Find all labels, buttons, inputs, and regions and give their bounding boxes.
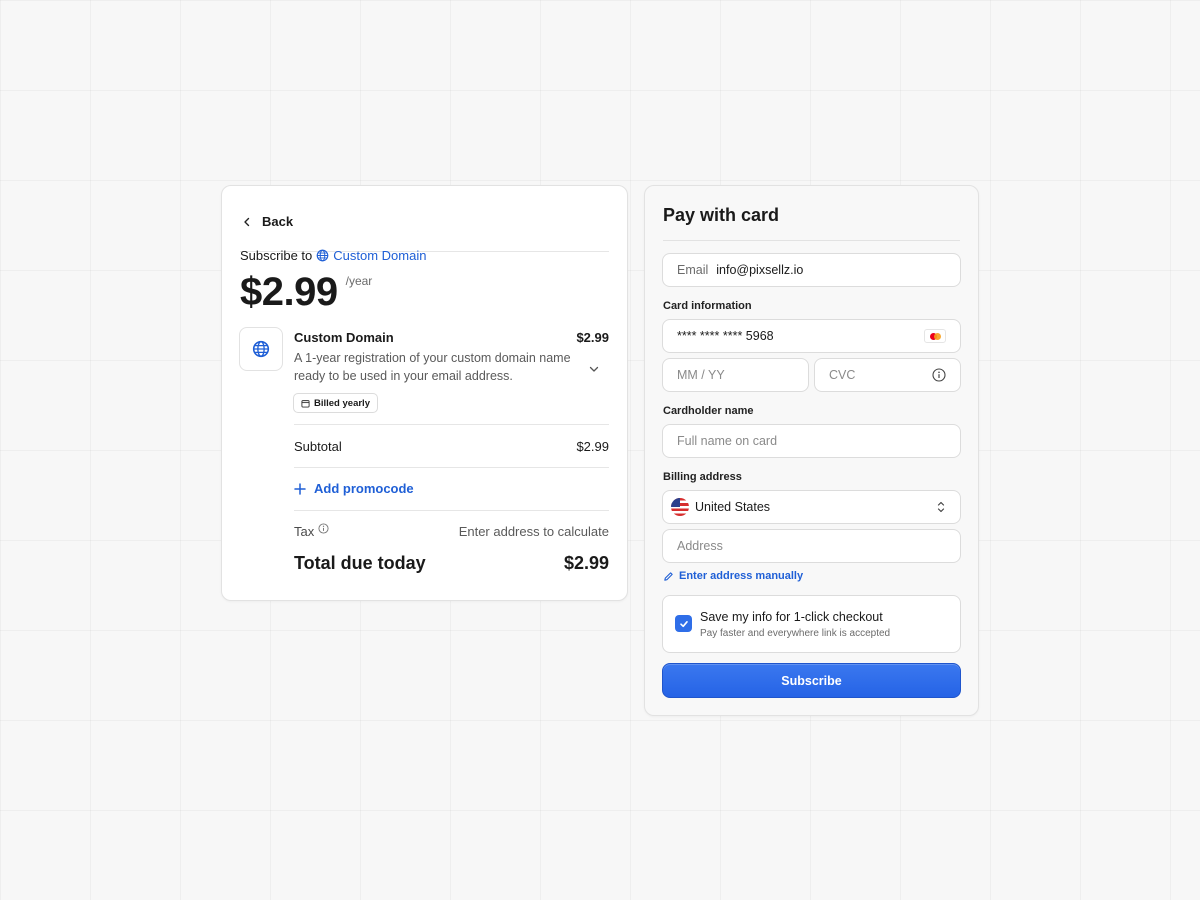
address-placeholder: Address [677,539,723,553]
chevron-left-icon [240,215,254,229]
check-icon [679,620,688,627]
plus-icon [294,482,306,495]
subscribe-prefix: Subscribe to [240,248,313,263]
address-field[interactable]: Address [662,529,961,563]
tax-value: Enter address to calculate [458,524,609,539]
payment-title: Pay with card [663,205,780,225]
chevron-down-icon[interactable] [587,362,601,376]
subscribe-button[interactable]: Subscribe [662,663,961,698]
price-amount: $2.99 [240,270,338,314]
total-value: $2.99 [563,553,609,573]
email-label: Email [677,263,709,277]
cardholder-field[interactable]: Full name on card [662,424,961,458]
manual-link-label: Enter address manually [679,570,804,582]
save-info-title: Save my info for 1-click checkout [700,610,883,624]
country-value: United States [695,500,771,514]
billing-badge-label: Billed yearly [314,397,370,409]
tax-row: Tax [294,523,329,539]
billing-badge: Billed yearly [293,393,378,413]
price-period: /year [345,274,373,288]
save-info-subtitle: Pay faster and everywhere link is accept… [700,628,891,639]
expiry-placeholder: MM / YY [677,368,725,382]
back-label: Back [262,214,294,229]
country-select[interactable]: United States [662,490,961,524]
product-name: Custom Domain [333,248,427,263]
divider [294,424,609,425]
enter-address-manually-link[interactable]: Enter address manually [663,570,803,582]
subscribe-heading: Subscribe to Custom Domain [240,248,426,263]
mastercard-icon [924,329,946,343]
card-number: **** **** **** 5968 [677,329,774,343]
cvc-field[interactable]: CVC [814,358,961,392]
info-icon[interactable] [318,523,329,534]
product-link[interactable]: Custom Domain [316,248,426,263]
globe-icon [252,340,270,358]
cardholder-label: Cardholder name [663,405,754,417]
item-icon-box [239,327,283,371]
cvc-placeholder: CVC [829,368,856,382]
globe-icon [316,249,329,262]
item-name: Custom Domain [294,330,394,345]
divider [663,240,960,241]
back-button[interactable]: Back [240,204,609,252]
save-info-option[interactable]: Save my info for 1-click checkout Pay fa… [662,595,961,653]
chevron-updown-icon [937,501,945,513]
divider [294,510,609,511]
add-promocode-button[interactable]: Add promocode [294,481,414,496]
subtotal-value: $2.99 [576,439,609,454]
info-icon[interactable] [932,368,946,382]
divider [294,467,609,468]
calendar-icon [301,399,310,408]
card-info-label: Card information [663,300,752,312]
payment-card: Pay with card Email info@pixsellz.io Car… [644,185,979,716]
card-number-field[interactable]: **** **** **** 5968 [662,319,961,353]
order-summary-card: Back Subscribe to Custom Domain $2.99 /y… [221,185,628,601]
tax-label: Tax [294,524,315,539]
price-display: $2.99 /year [240,270,372,314]
us-flag-icon [671,498,689,516]
subtotal-label: Subtotal [294,439,342,454]
item-description: A 1-year registration of your custom dom… [294,351,571,383]
cardholder-placeholder: Full name on card [677,434,778,448]
save-info-checkbox[interactable] [675,615,692,632]
expiry-field[interactable]: MM / YY [662,358,809,392]
promocode-label: Add promocode [314,481,414,496]
item-price: $2.99 [576,330,609,345]
pencil-icon [664,571,673,581]
email-value: info@pixsellz.io [716,263,804,277]
billing-label: Billing address [663,471,742,483]
email-field[interactable]: Email info@pixsellz.io [662,253,961,287]
total-label: Total due today [294,553,426,573]
